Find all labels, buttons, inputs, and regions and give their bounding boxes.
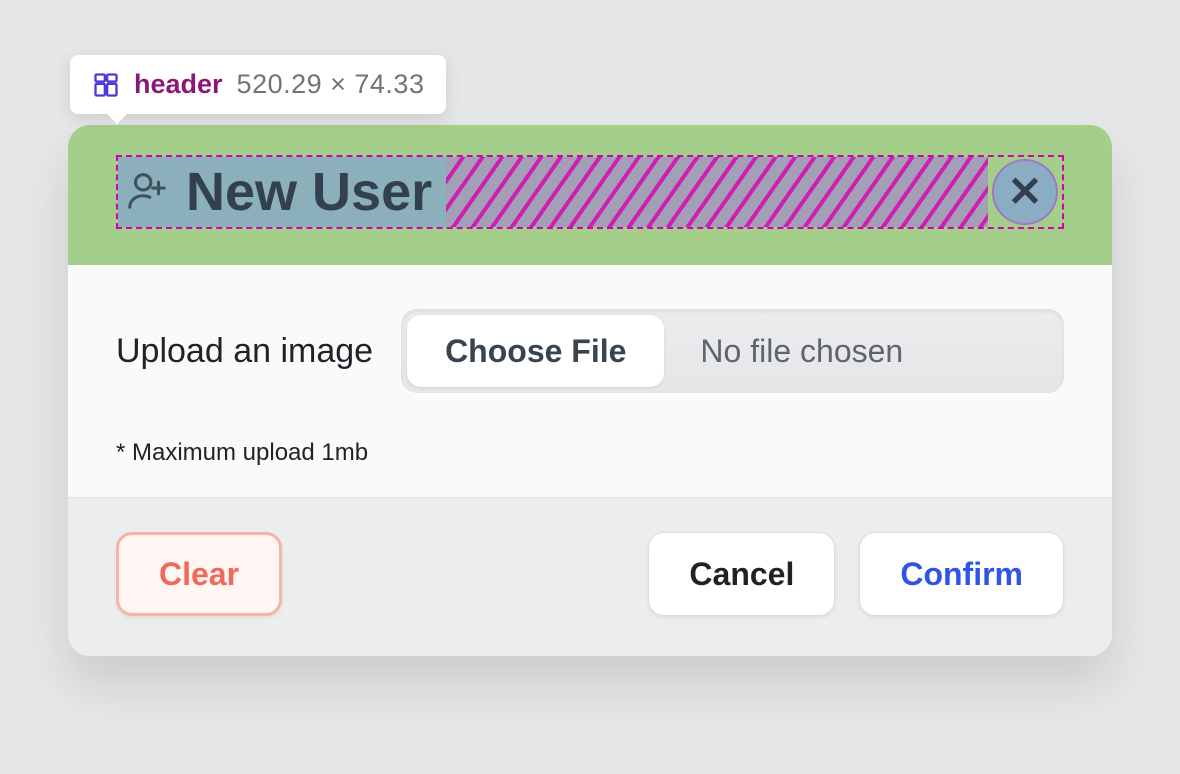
- confirm-button[interactable]: Confirm: [859, 532, 1064, 616]
- close-icon: ✕: [1007, 171, 1042, 213]
- dialog-title-block: New User: [118, 157, 446, 227]
- devtools-element-tooltip: header 520.29 × 74.33: [70, 55, 446, 114]
- grid-layout-icon: [92, 71, 120, 99]
- upload-row: Upload an image Choose File No file chos…: [116, 309, 1064, 393]
- close-button[interactable]: ✕: [988, 155, 1062, 229]
- dialog-header: New User ✕: [116, 155, 1064, 229]
- tooltip-element-name: header: [134, 69, 223, 100]
- upload-hint: * Maximum upload 1mb: [116, 439, 1064, 467]
- clear-button[interactable]: Clear: [116, 532, 282, 616]
- cancel-button[interactable]: Cancel: [648, 532, 835, 616]
- file-status-text: No file chosen: [670, 309, 1064, 393]
- dialog-body: Upload an image Choose File No file chos…: [68, 265, 1112, 498]
- file-input[interactable]: Choose File No file chosen: [401, 309, 1064, 393]
- new-user-dialog: New User ✕ Upload an image Choose File N…: [68, 125, 1112, 656]
- tooltip-dimensions: 520.29 × 74.33: [237, 69, 425, 100]
- dialog-header-highlight-region: New User ✕: [68, 125, 1112, 265]
- upload-label: Upload an image: [116, 332, 373, 371]
- header-flex-spacer: [446, 157, 988, 227]
- add-user-icon: [124, 167, 170, 218]
- dialog-title: New User: [186, 161, 432, 223]
- dialog-footer: Clear Cancel Confirm: [68, 498, 1112, 656]
- choose-file-button[interactable]: Choose File: [407, 315, 664, 387]
